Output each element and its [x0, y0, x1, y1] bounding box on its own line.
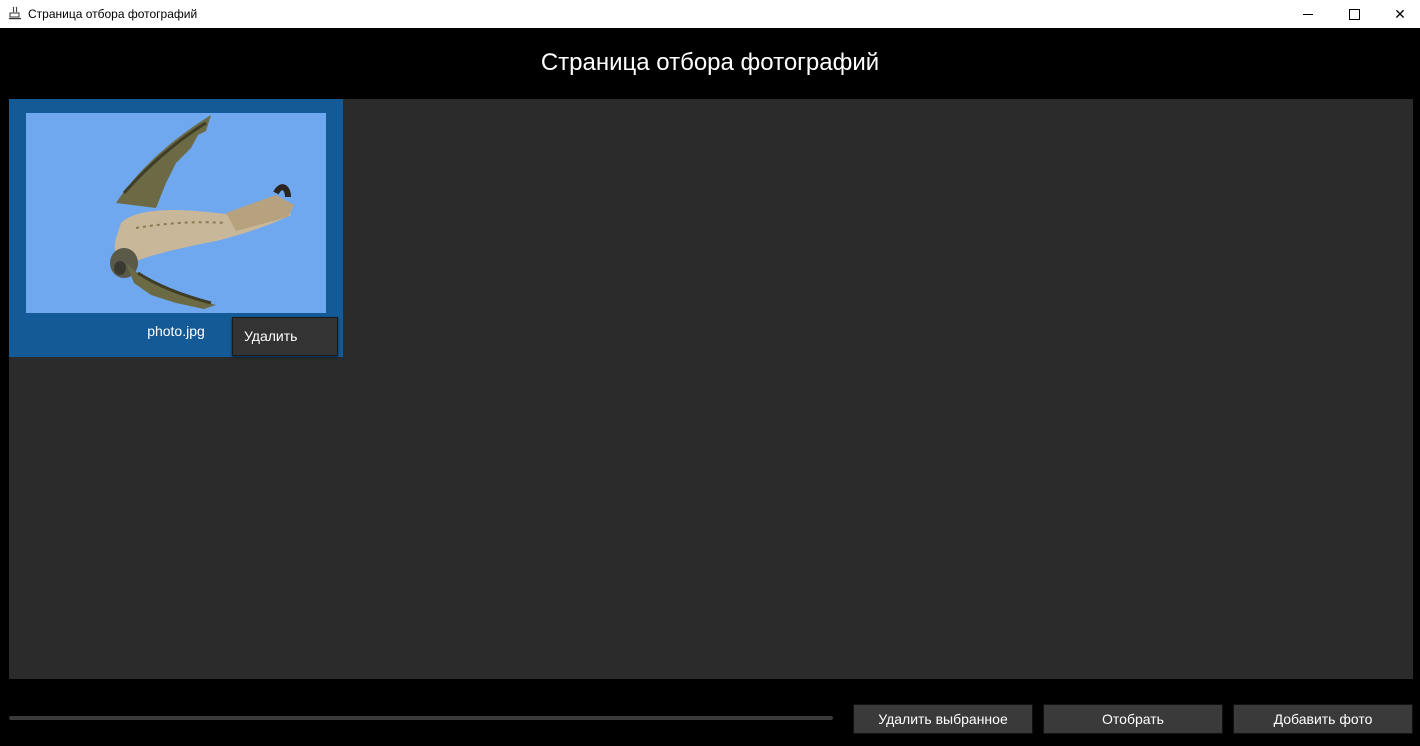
photo-gallery[interactable]: photo.jpg Удалить: [9, 99, 1413, 679]
progress-bar: [9, 716, 833, 720]
minimize-button[interactable]: [1285, 0, 1331, 28]
page-title: Страница отбора фотографий: [0, 28, 1420, 98]
maximize-icon: [1348, 8, 1360, 20]
context-menu-delete[interactable]: Удалить: [233, 318, 337, 355]
delete-selected-button[interactable]: Удалить выбранное: [853, 704, 1033, 734]
maximize-button[interactable]: [1331, 0, 1377, 28]
minimize-icon: [1303, 13, 1313, 15]
select-button[interactable]: Отобрать: [1043, 704, 1223, 734]
photo-thumbnail[interactable]: [26, 113, 326, 313]
context-menu: Удалить: [232, 317, 338, 356]
add-photo-button[interactable]: Добавить фото: [1233, 704, 1413, 734]
close-button[interactable]: ✕: [1377, 0, 1420, 28]
kestrel-image: [26, 113, 326, 313]
close-icon: ✕: [1394, 5, 1406, 22]
window-title-bar: Страница отбора фотографий ✕: [0, 0, 1420, 28]
java-app-icon: [9, 6, 21, 20]
window-title: Страница отбора фотографий: [28, 7, 198, 21]
